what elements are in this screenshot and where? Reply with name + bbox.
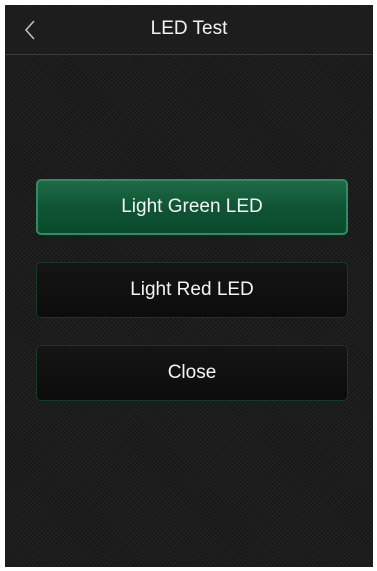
header-divider [5, 54, 373, 55]
header-bar: LED Test [5, 5, 373, 53]
light-green-led-button[interactable]: Light Green LED [36, 179, 348, 235]
screen: LED Test Light Green LED Light Red LED C… [5, 5, 373, 567]
light-red-led-button[interactable]: Light Red LED [36, 262, 348, 318]
close-button[interactable]: Close [36, 345, 348, 401]
page-title: LED Test [150, 18, 228, 39]
